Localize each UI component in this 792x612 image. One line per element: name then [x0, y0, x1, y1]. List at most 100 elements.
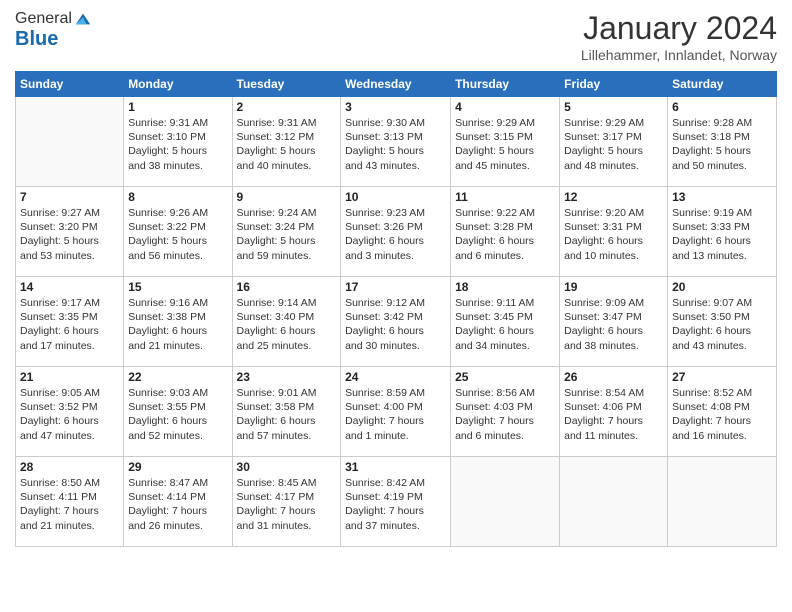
day-number: 29 [128, 460, 227, 474]
day-info: Sunrise: 8:56 AM Sunset: 4:03 PM Dayligh… [455, 386, 555, 443]
day-info: Sunrise: 9:16 AM Sunset: 3:38 PM Dayligh… [128, 296, 227, 353]
day-number: 30 [237, 460, 337, 474]
calendar-cell: 13 Sunrise: 9:19 AM Sunset: 3:33 PM Dayli… [668, 187, 777, 277]
day-info: Sunrise: 9:31 AM Sunset: 3:12 PM Dayligh… [237, 116, 337, 173]
calendar-cell: 18Sunrise: 9:11 AM Sunset: 3:45 PM Dayli… [451, 277, 560, 367]
calendar-table: SundayMondayTuesdayWednesdayThursdayFrid… [15, 71, 777, 547]
day-info: Sunrise: 9:07 AM Sunset: 3:50 PM Dayligh… [672, 296, 772, 353]
logo-general-text: General [15, 10, 72, 28]
day-number: 22 [128, 370, 227, 384]
day-number: 24 [345, 370, 446, 384]
calendar-body: 1 Sunrise: 9:31 AM Sunset: 3:10 PM Daylig… [16, 97, 777, 547]
calendar-cell: 4 Sunrise: 9:29 AM Sunset: 3:15 PM Daylig… [451, 97, 560, 187]
calendar-cell [451, 457, 560, 547]
day-info: Sunrise: 9:27 AM Sunset: 3:20 PM Dayligh… [20, 206, 119, 263]
calendar-cell: 20 Sunrise: 9:07 AM Sunset: 3:50 PM Dayli… [668, 277, 777, 367]
day-number: 7 [20, 190, 119, 204]
day-number: 19 [564, 280, 663, 294]
calendar-cell: 16Sunrise: 9:14 AM Sunset: 3:40 PM Dayli… [232, 277, 341, 367]
day-number: 5 [564, 100, 663, 114]
calendar-cell [560, 457, 668, 547]
calendar-cell: 9Sunrise: 9:24 AM Sunset: 3:24 PM Daylig… [232, 187, 341, 277]
day-info: Sunrise: 9:29 AM Sunset: 3:15 PM Dayligh… [455, 116, 555, 173]
day-number: 8 [128, 190, 227, 204]
calendar-week-2: 7 Sunrise: 9:27 AM Sunset: 3:20 PM Daylig… [16, 187, 777, 277]
day-info: Sunrise: 8:50 AM Sunset: 4:11 PM Dayligh… [20, 476, 119, 533]
weekday-header-wednesday: Wednesday [341, 72, 451, 97]
day-info: Sunrise: 9:26 AM Sunset: 3:22 PM Dayligh… [128, 206, 227, 263]
day-number: 13 [672, 190, 772, 204]
logo-icon [74, 10, 92, 28]
day-info: Sunrise: 9:12 AM Sunset: 3:42 PM Dayligh… [345, 296, 446, 353]
day-number: 17 [345, 280, 446, 294]
calendar-cell: 1 Sunrise: 9:31 AM Sunset: 3:10 PM Daylig… [124, 97, 232, 187]
calendar-header: SundayMondayTuesdayWednesdayThursdayFrid… [16, 72, 777, 97]
title-block: January 2024 Lillehammer, Innlandet, Nor… [581, 10, 777, 63]
logo: General Blue [15, 10, 92, 51]
day-number: 14 [20, 280, 119, 294]
calendar-cell: 6 Sunrise: 9:28 AM Sunset: 3:18 PM Daylig… [668, 97, 777, 187]
day-info: Sunrise: 8:45 AM Sunset: 4:17 PM Dayligh… [237, 476, 337, 533]
calendar-cell: 28 Sunrise: 8:50 AM Sunset: 4:11 PM Dayli… [16, 457, 124, 547]
day-info: Sunrise: 9:31 AM Sunset: 3:10 PM Dayligh… [128, 116, 227, 173]
calendar-cell: 17 Sunrise: 9:12 AM Sunset: 3:42 PM Dayli… [341, 277, 451, 367]
calendar-cell: 2 Sunrise: 9:31 AM Sunset: 3:12 PM Daylig… [232, 97, 341, 187]
calendar-week-1: 1 Sunrise: 9:31 AM Sunset: 3:10 PM Daylig… [16, 97, 777, 187]
day-info: Sunrise: 9:24 AM Sunset: 3:24 PM Dayligh… [237, 206, 337, 263]
calendar-cell: 15 Sunrise: 9:16 AM Sunset: 3:38 PM Dayli… [124, 277, 232, 367]
day-info: Sunrise: 9:09 AM Sunset: 3:47 PM Dayligh… [564, 296, 663, 353]
day-number: 21 [20, 370, 119, 384]
day-number: 20 [672, 280, 772, 294]
calendar-cell: 12 Sunrise: 9:20 AM Sunset: 3:31 PM Dayli… [560, 187, 668, 277]
day-number: 11 [455, 190, 555, 204]
calendar-cell: 10 Sunrise: 9:23 AM Sunset: 3:26 PM Dayli… [341, 187, 451, 277]
calendar-cell: 27Sunrise: 8:52 AM Sunset: 4:08 PM Dayli… [668, 367, 777, 457]
day-number: 2 [237, 100, 337, 114]
day-info: Sunrise: 9:23 AM Sunset: 3:26 PM Dayligh… [345, 206, 446, 263]
calendar-week-3: 14Sunrise: 9:17 AM Sunset: 3:35 PM Dayli… [16, 277, 777, 367]
calendar-cell: 19 Sunrise: 9:09 AM Sunset: 3:47 PM Dayli… [560, 277, 668, 367]
weekday-header-sunday: Sunday [16, 72, 124, 97]
header: General Blue January 2024 Lillehammer, I… [15, 10, 777, 63]
day-info: Sunrise: 9:05 AM Sunset: 3:52 PM Dayligh… [20, 386, 119, 443]
day-number: 26 [564, 370, 663, 384]
day-info: Sunrise: 8:59 AM Sunset: 4:00 PM Dayligh… [345, 386, 446, 443]
calendar-cell: 11 Sunrise: 9:22 AM Sunset: 3:28 PM Dayli… [451, 187, 560, 277]
weekday-header-saturday: Saturday [668, 72, 777, 97]
day-info: Sunrise: 8:42 AM Sunset: 4:19 PM Dayligh… [345, 476, 446, 533]
page: { "logo": { "line1": "General", "line2":… [0, 0, 792, 612]
day-number: 4 [455, 100, 555, 114]
weekday-header-tuesday: Tuesday [232, 72, 341, 97]
calendar-cell: 5 Sunrise: 9:29 AM Sunset: 3:17 PM Daylig… [560, 97, 668, 187]
weekday-header-thursday: Thursday [451, 72, 560, 97]
day-info: Sunrise: 9:19 AM Sunset: 3:33 PM Dayligh… [672, 206, 772, 263]
day-number: 12 [564, 190, 663, 204]
day-number: 31 [345, 460, 446, 474]
calendar-cell: 22Sunrise: 9:03 AM Sunset: 3:55 PM Dayli… [124, 367, 232, 457]
calendar-cell: 29Sunrise: 8:47 AM Sunset: 4:14 PM Dayli… [124, 457, 232, 547]
day-number: 15 [128, 280, 227, 294]
calendar-cell: 24 Sunrise: 8:59 AM Sunset: 4:00 PM Dayli… [341, 367, 451, 457]
day-number: 28 [20, 460, 119, 474]
day-number: 25 [455, 370, 555, 384]
calendar-cell [668, 457, 777, 547]
day-number: 16 [237, 280, 337, 294]
calendar-cell: 21 Sunrise: 9:05 AM Sunset: 3:52 PM Dayli… [16, 367, 124, 457]
day-number: 6 [672, 100, 772, 114]
day-info: Sunrise: 9:01 AM Sunset: 3:58 PM Dayligh… [237, 386, 337, 443]
day-info: Sunrise: 9:30 AM Sunset: 3:13 PM Dayligh… [345, 116, 446, 173]
weekday-header-row: SundayMondayTuesdayWednesdayThursdayFrid… [16, 72, 777, 97]
day-info: Sunrise: 9:28 AM Sunset: 3:18 PM Dayligh… [672, 116, 772, 173]
calendar-week-4: 21 Sunrise: 9:05 AM Sunset: 3:52 PM Dayli… [16, 367, 777, 457]
day-info: Sunrise: 9:22 AM Sunset: 3:28 PM Dayligh… [455, 206, 555, 263]
day-number: 10 [345, 190, 446, 204]
weekday-header-friday: Friday [560, 72, 668, 97]
calendar-cell [16, 97, 124, 187]
calendar-cell: 7 Sunrise: 9:27 AM Sunset: 3:20 PM Daylig… [16, 187, 124, 277]
logo-blue-text: Blue [15, 28, 58, 50]
day-info: Sunrise: 9:29 AM Sunset: 3:17 PM Dayligh… [564, 116, 663, 173]
day-number: 1 [128, 100, 227, 114]
calendar-cell: 26Sunrise: 8:54 AM Sunset: 4:06 PM Dayli… [560, 367, 668, 457]
day-info: Sunrise: 9:20 AM Sunset: 3:31 PM Dayligh… [564, 206, 663, 263]
day-info: Sunrise: 8:52 AM Sunset: 4:08 PM Dayligh… [672, 386, 772, 443]
